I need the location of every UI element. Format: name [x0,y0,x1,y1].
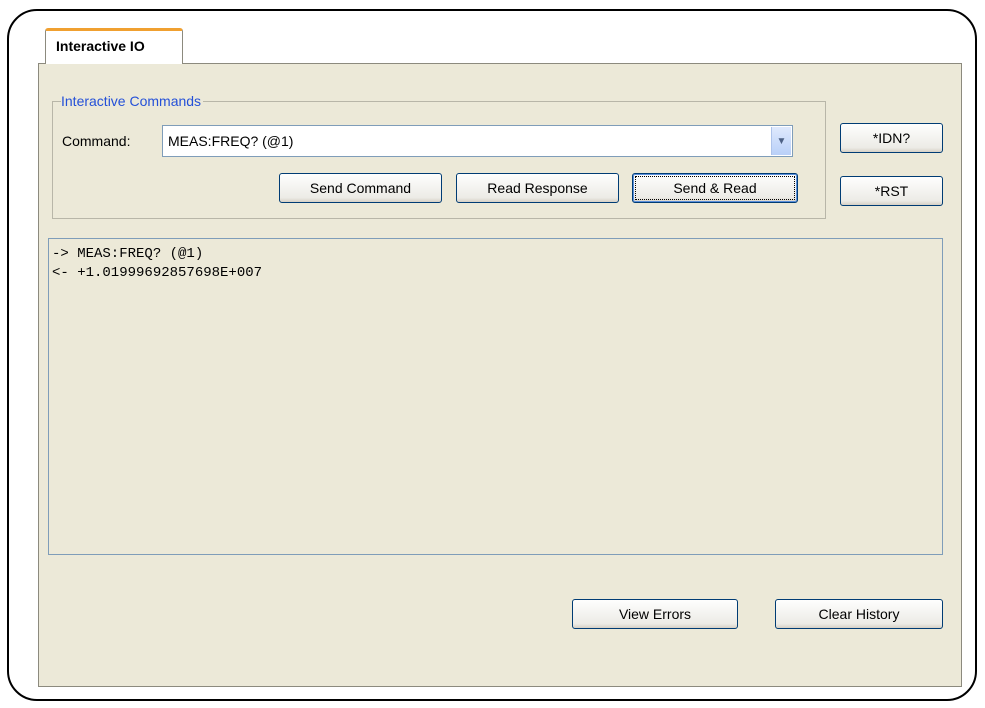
clear-history-button[interactable]: Clear History [775,599,943,629]
history-line: -> MEAS:FREQ? (@1) [52,246,204,262]
chevron-down-icon[interactable]: ▼ [771,127,791,155]
tab-interactive-io[interactable]: Interactive IO [45,28,183,64]
history-line: <- +1.01999692857698E+007 [52,265,263,281]
command-combobox[interactable]: MEAS:FREQ? (@1) ▼ [162,125,793,157]
interactive-commands-group: Interactive Commands Command: MEAS:FREQ?… [52,92,826,219]
command-label: Command: [62,133,131,149]
idn-button[interactable]: *IDN? [840,123,943,153]
view-errors-button[interactable]: View Errors [572,599,738,629]
history-log[interactable]: -> MEAS:FREQ? (@1) <- +1.01999692857698E… [48,238,943,555]
tab-label: Interactive IO [56,38,145,54]
rst-button[interactable]: *RST [840,176,943,206]
interactive-io-panel: Interactive Commands Command: MEAS:FREQ?… [38,63,962,687]
command-value[interactable]: MEAS:FREQ? (@1) [168,133,293,149]
read-response-button[interactable]: Read Response [456,173,619,203]
send-command-button[interactable]: Send Command [279,173,442,203]
group-legend: Interactive Commands [61,92,204,110]
send-and-read-button[interactable]: Send & Read [632,173,798,203]
